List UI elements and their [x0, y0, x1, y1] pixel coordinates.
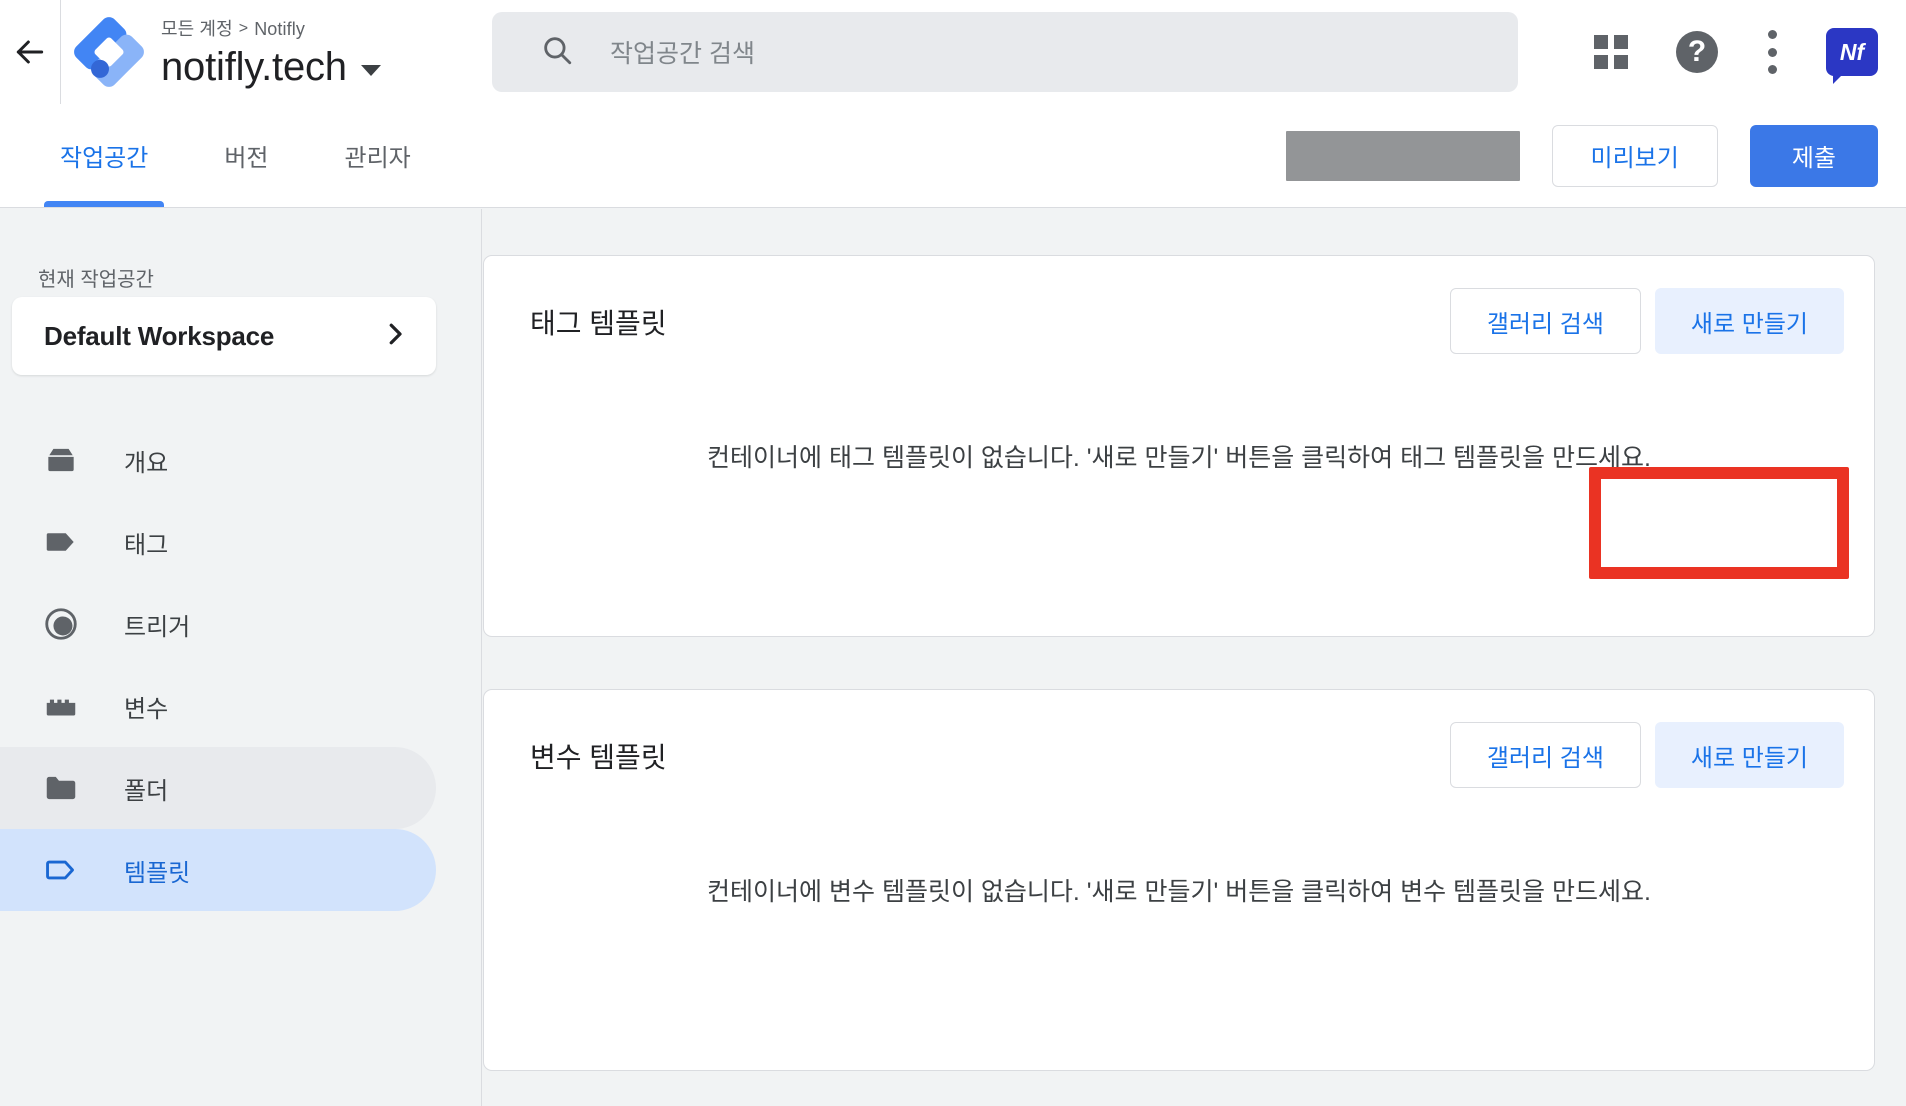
overview-icon [42, 441, 94, 479]
breadcrumb-separator: > [239, 16, 248, 42]
gtm-workspace-page: 모든 계정 > Notifly notifly.tech 작업공간 검색 [0, 0, 1906, 1106]
tab-workspace[interactable]: 작업공간 [22, 104, 186, 207]
apps-grid-icon [1594, 35, 1628, 69]
sidebar-item-folders-label: 폴더 [124, 771, 168, 806]
sidebar-item-templates[interactable]: 템플릿 [0, 829, 436, 911]
variable-templates-title: 변수 템플릿 [530, 736, 667, 776]
sidebar-item-overview[interactable]: 개요 [0, 419, 436, 501]
breadcrumb-account-name[interactable]: Notifly [254, 16, 305, 42]
google-tag-manager-logo [61, 0, 157, 104]
search-icon [540, 33, 574, 72]
submit-button[interactable]: 제출 [1750, 125, 1878, 187]
preview-button[interactable]: 미리보기 [1552, 125, 1718, 187]
sidebar-item-triggers[interactable]: 트리거 [0, 583, 436, 665]
help-button[interactable]: ? [1676, 31, 1718, 73]
tag-icon [42, 523, 94, 561]
tab-versions-label: 버전 [224, 138, 268, 173]
tab-bar: 작업공간 버전 관리자 미리보기 제출 [0, 104, 1906, 208]
more-vert-icon [1766, 30, 1778, 74]
search-gallery-button-tag[interactable]: 갤러리 검색 [1450, 288, 1641, 354]
variable-templates-empty-message: 컨테이너에 변수 템플릿이 없습니다. '새로 만들기' 버튼을 클릭하여 변수… [484, 872, 1874, 908]
apps-grid-button[interactable] [1594, 35, 1628, 69]
sidebar-nav: 개요 태그 트리거 [0, 419, 436, 911]
variable-icon [42, 687, 94, 725]
new-template-button-variable[interactable]: 새로 만들기 [1655, 722, 1844, 788]
sidebar-item-triggers-label: 트리거 [124, 607, 190, 642]
tag-templates-card: 태그 템플릿 갤러리 검색 새로 만들기 컨테이너에 태그 템플릿이 없습니다.… [483, 255, 1875, 637]
search-gallery-button-variable[interactable]: 갤러리 검색 [1450, 722, 1641, 788]
variable-templates-actions: 갤러리 검색 새로 만들기 [1450, 722, 1844, 788]
tab-versions[interactable]: 버전 [186, 104, 306, 207]
tab-admin[interactable]: 관리자 [307, 104, 449, 207]
breadcrumb: 모든 계정 > Notifly [161, 16, 381, 42]
main-content: 태그 템플릿 갤러리 검색 새로 만들기 컨테이너에 태그 템플릿이 없습니다.… [483, 209, 1906, 1106]
sidebar-item-variables[interactable]: 변수 [0, 665, 436, 747]
more-options-button[interactable] [1766, 30, 1778, 74]
workspace-selector[interactable]: Default Workspace [12, 297, 436, 375]
current-workspace-label: 현재 작업공간 [38, 263, 154, 292]
help-icon: ? [1676, 31, 1718, 73]
breadcrumb-all-accounts[interactable]: 모든 계정 [161, 16, 233, 42]
template-icon [42, 851, 94, 889]
variable-templates-card: 변수 템플릿 갤러리 검색 새로 만들기 컨테이너에 변수 템플릿이 없습니다.… [483, 689, 1875, 1071]
chevron-down-icon[interactable] [361, 65, 381, 76]
avatar-initials: Nf [1826, 28, 1878, 76]
sidebar-item-templates-label: 템플릿 [124, 853, 190, 888]
tag-templates-title: 태그 템플릿 [530, 302, 667, 342]
back-button[interactable] [0, 0, 60, 104]
tab-bar-actions: 미리보기 제출 [1286, 104, 1879, 207]
trigger-icon [42, 605, 94, 643]
search-placeholder: 작업공간 검색 [610, 34, 755, 70]
sidebar-item-variables-label: 변수 [124, 689, 168, 724]
search-input[interactable]: 작업공간 검색 [492, 12, 1518, 92]
arrow-left-icon [10, 32, 50, 72]
sidebar-item-tags-label: 태그 [124, 525, 168, 560]
workspace-name: Default Workspace [44, 321, 274, 352]
container-title-block: 모든 계정 > Notifly notifly.tech [161, 0, 381, 104]
sidebar-item-folders[interactable]: 폴더 [0, 747, 436, 829]
tab-list: 작업공간 버전 관리자 [22, 104, 449, 207]
chevron-right-icon [380, 319, 410, 354]
title-row: notifly.tech [161, 42, 381, 92]
sidebar-item-overview-label: 개요 [124, 443, 168, 478]
tag-templates-empty-message: 컨테이너에 태그 템플릿이 없습니다. '새로 만들기' 버튼을 클릭하여 태그… [484, 438, 1874, 474]
redacted-container-id [1286, 131, 1520, 181]
tag-templates-actions: 갤러리 검색 새로 만들기 [1450, 288, 1844, 354]
new-template-button-tag[interactable]: 새로 만들기 [1655, 288, 1844, 354]
page-title: notifly.tech [161, 42, 347, 92]
avatar[interactable]: Nf [1826, 28, 1878, 76]
tab-admin-label: 관리자 [345, 138, 411, 173]
tab-workspace-label: 작업공간 [60, 138, 148, 173]
top-bar-icons: ? Nf [1594, 0, 1878, 104]
sidebar-item-tags[interactable]: 태그 [0, 501, 436, 583]
folder-icon [42, 769, 94, 807]
sidebar: 현재 작업공간 Default Workspace 개요 [0, 209, 482, 1106]
top-bar: 모든 계정 > Notifly notifly.tech 작업공간 검색 [0, 0, 1906, 104]
